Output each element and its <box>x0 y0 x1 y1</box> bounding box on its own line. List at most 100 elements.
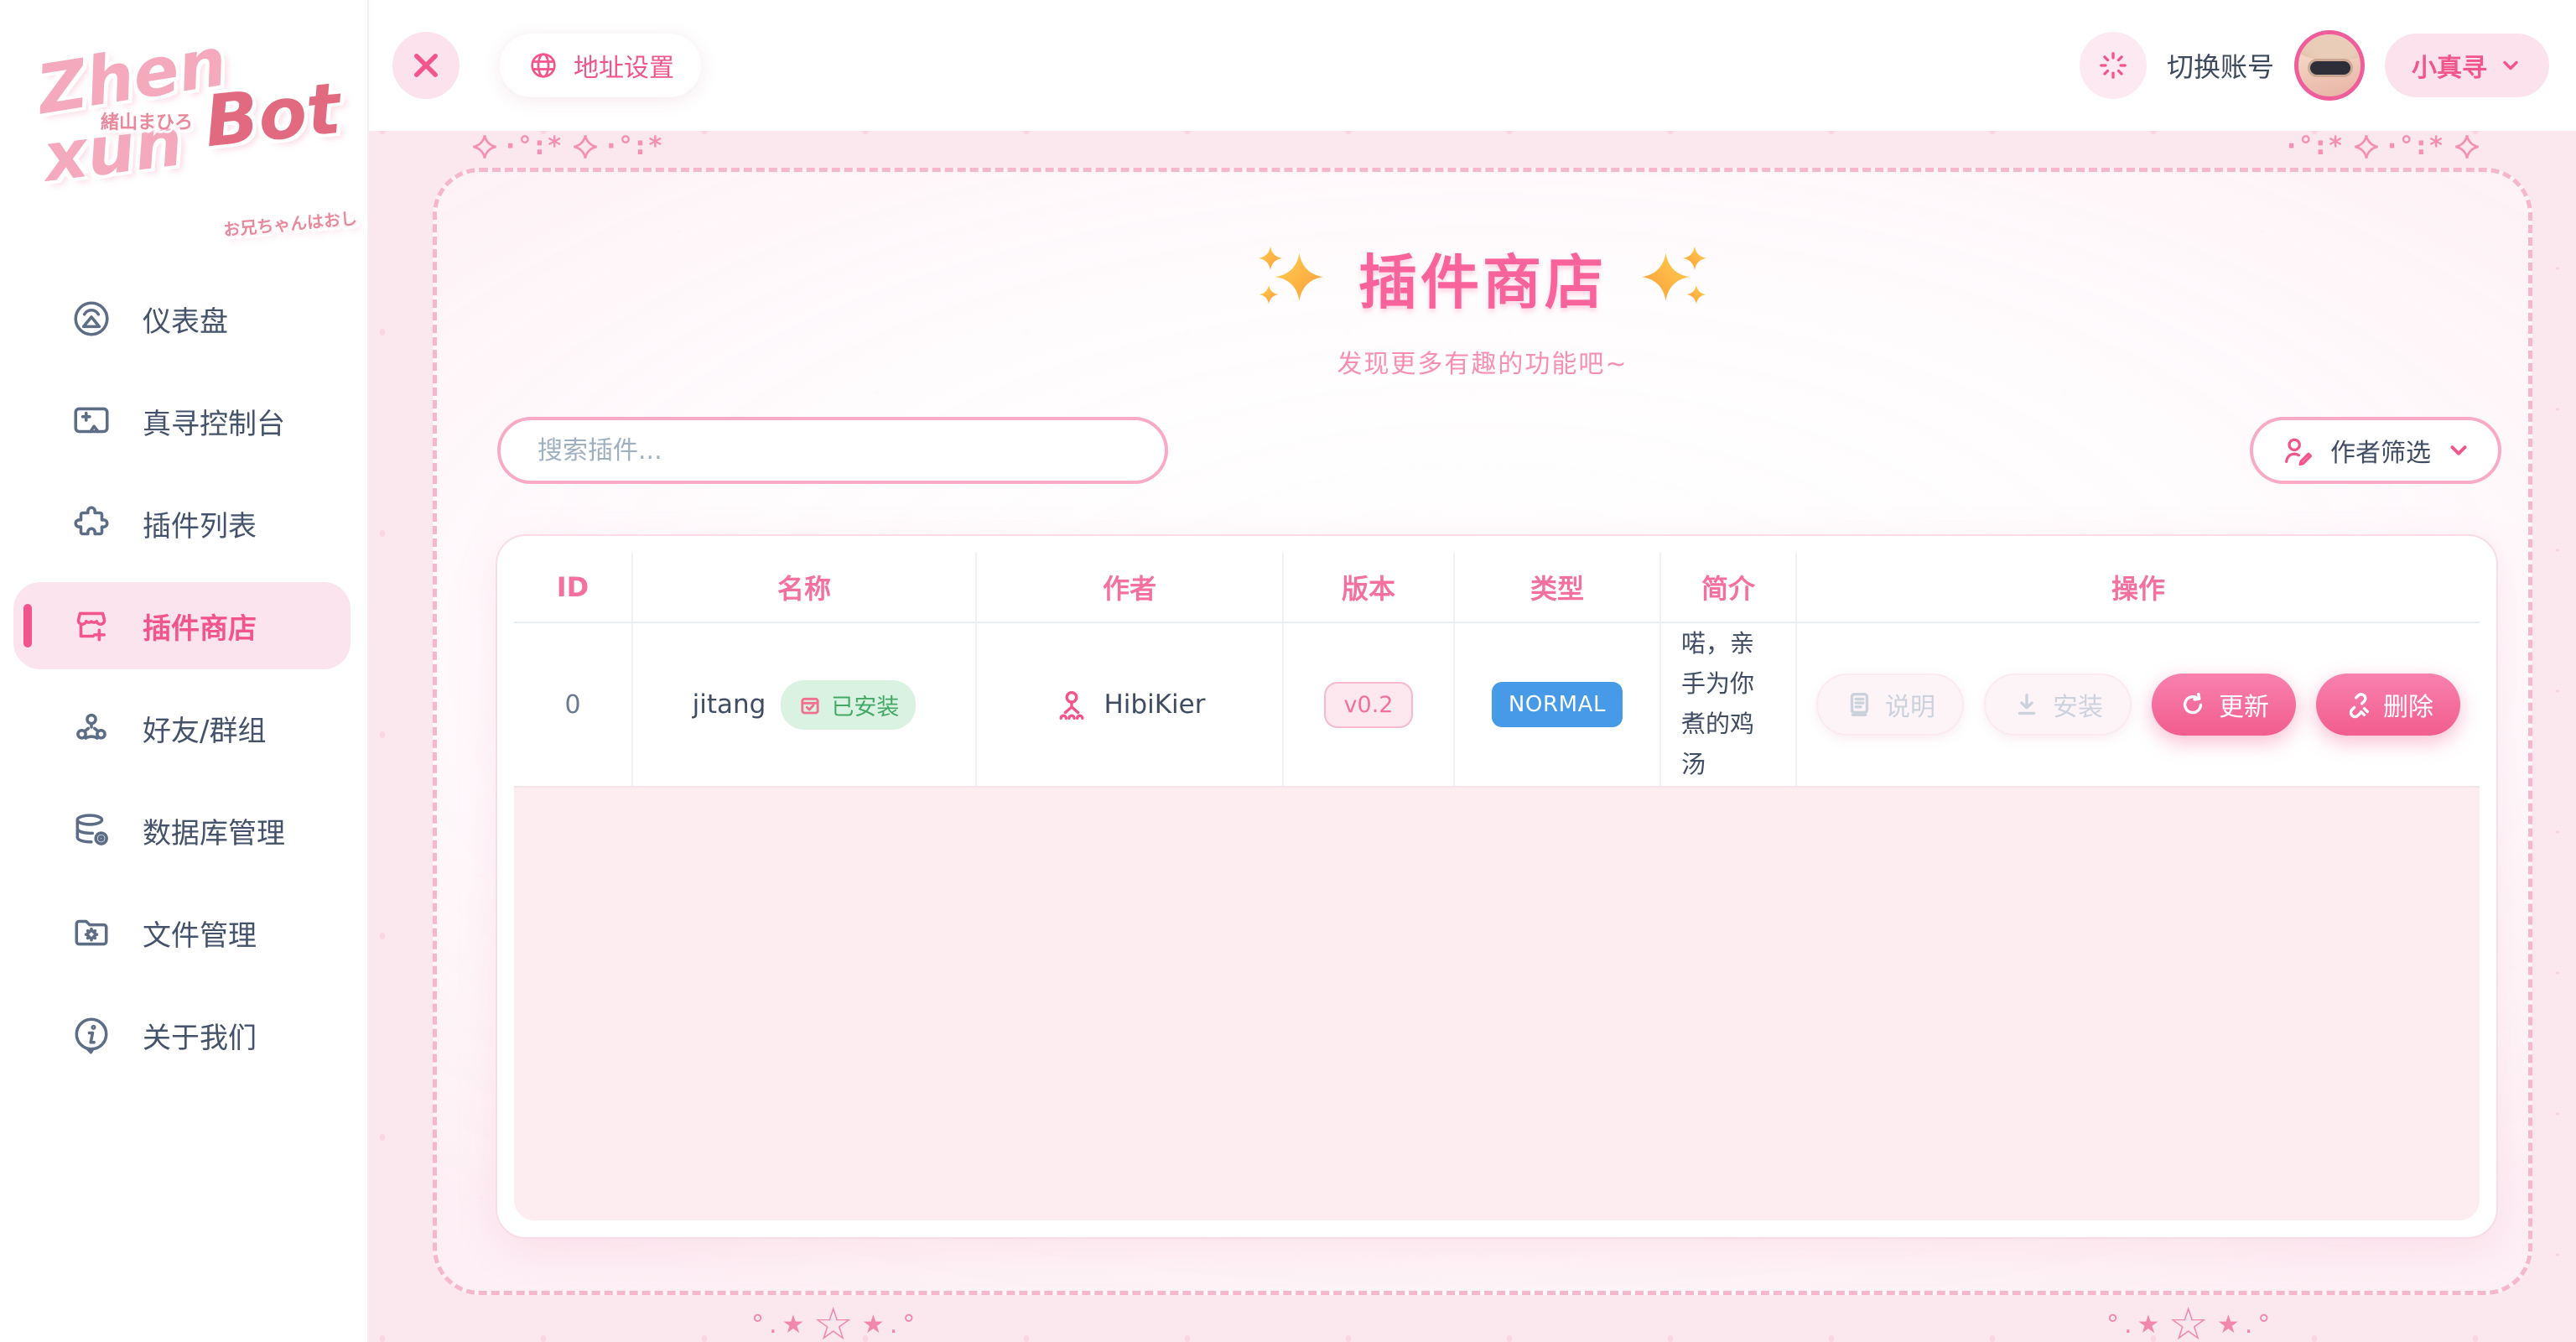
sparkle-decoration-top-left: ·°:* ·°:* <box>470 132 665 161</box>
globe-icon <box>527 49 560 82</box>
column-header-type: 类型 <box>1455 553 1661 622</box>
refresh-icon <box>2179 690 2207 719</box>
sidebar-item-label: 真寻控制台 <box>143 401 285 442</box>
table-header-row: ID 名称 作者 版本 类型 简介 操作 <box>514 553 2480 623</box>
install-button-label: 安装 <box>2053 686 2103 723</box>
sidebar-item-label: 好友/群组 <box>143 708 266 749</box>
dashed-content-panel: ·°:* ·°:* ·°:* ·°:* <box>433 168 2532 1295</box>
installed-badge: 已安装 <box>781 680 916 730</box>
deco-text: ·°:* <box>2387 132 2446 161</box>
app-window: Zhen xun Bot 緒山まひろ お兄ちゃんはおし 仪表盘 真寻控制台 插件… <box>0 0 2576 1342</box>
version-badge: v0.2 <box>1324 682 1414 728</box>
sidebar: Zhen xun Bot 緒山まひろ お兄ちゃんはおし 仪表盘 真寻控制台 插件… <box>0 0 369 1342</box>
page-title-row: 插件商店 <box>437 236 2528 320</box>
deco-text: °.★ <box>751 1310 809 1339</box>
account-menu-button[interactable]: 小真寻 <box>2385 34 2549 97</box>
page-title: 插件商店 <box>1358 236 1607 320</box>
plugin-id: 0 <box>514 623 633 786</box>
docs-button[interactable]: 说明 <box>1816 674 1964 736</box>
logo-text-jp-bottom: お兄ちゃんはおし <box>222 205 358 241</box>
deco-text: ·°:* <box>2287 132 2345 161</box>
sparkle-burst-icon <box>2096 49 2130 82</box>
sidebar-item-label: 插件列表 <box>143 503 257 544</box>
sidebar-item-label: 关于我们 <box>143 1015 257 1056</box>
deco-big-star: ☆ <box>813 1302 858 1342</box>
search-input[interactable] <box>497 417 1168 484</box>
four-point-star-icon <box>2352 133 2381 161</box>
sidebar-item-friends-groups[interactable]: 好友/群组 <box>13 684 351 772</box>
star-decoration-bottom-right: °.★ ☆ ★.° <box>2106 1302 2275 1342</box>
author-filter-dropdown[interactable]: 作者筛选 <box>2250 417 2501 484</box>
table-row: 0 jitang 已安装 HibiKier <box>514 623 2480 788</box>
store-icon <box>70 605 112 647</box>
main-area: 地址设置 切换账号 小真寻 ·°:* ·°:* <box>369 0 2576 1342</box>
type-badge: NORMAL <box>1492 682 1623 727</box>
account-name: 小真寻 <box>2412 47 2487 84</box>
database-icon <box>70 809 112 851</box>
topbar: 地址设置 切换账号 小真寻 <box>369 0 2576 131</box>
sidebar-nav: 仪表盘 真寻控制台 插件列表 插件商店 好友/群组 数据库管理 <box>0 252 367 1079</box>
page-subtitle: 发现更多有趣的功能吧~ <box>437 343 2528 380</box>
plugin-description: 喏，亲手为你煮的鸡汤 <box>1661 623 1797 786</box>
delete-button-label: 删除 <box>2383 686 2433 723</box>
deco-big-star: ☆ <box>2168 1302 2213 1342</box>
plugin-version-cell: v0.2 <box>1284 623 1455 786</box>
column-header-version: 版本 <box>1284 553 1455 622</box>
plugin-type-cell: NORMAL <box>1455 623 1661 786</box>
sidebar-item-label: 插件商店 <box>143 606 257 647</box>
author-person-icon <box>1054 687 1089 722</box>
update-button[interactable]: 更新 <box>2152 674 2296 736</box>
sparkle-decoration-top-right: ·°:* ·°:* <box>2287 132 2481 161</box>
folder-gear-icon <box>70 912 112 954</box>
sidebar-item-file-manager[interactable]: 文件管理 <box>13 889 351 976</box>
info-icon <box>70 1014 112 1056</box>
plugin-actions-cell: 说明 安装 更新 <box>1797 623 2480 786</box>
column-header-description: 简介 <box>1661 553 1797 622</box>
address-settings-button[interactable]: 地址设置 <box>500 34 701 97</box>
deco-text: ·°:* <box>606 132 665 161</box>
docs-button-label: 说明 <box>1885 686 1935 723</box>
install-button[interactable]: 安装 <box>1984 674 2132 736</box>
puzzle-icon <box>70 502 112 544</box>
plugin-author-cell: HibiKier <box>977 623 1284 786</box>
deco-text: ★.° <box>862 1310 920 1339</box>
sidebar-item-database[interactable]: 数据库管理 <box>13 787 351 874</box>
author-pen-icon <box>2280 433 2315 468</box>
switch-account-control[interactable]: 切换账号 <box>2167 30 2365 101</box>
delete-button[interactable]: 删除 <box>2316 674 2460 736</box>
sparkle-burst-button[interactable] <box>2080 32 2147 99</box>
plugin-name-cell: jitang 已安装 <box>633 623 977 786</box>
sidebar-item-about[interactable]: 关于我们 <box>13 991 351 1079</box>
sidebar-item-label: 文件管理 <box>143 913 257 954</box>
deco-text: ★.° <box>2217 1310 2275 1339</box>
column-header-name: 名称 <box>633 553 977 622</box>
sidebar-item-plugin-list[interactable]: 插件列表 <box>13 480 351 567</box>
column-header-id: ID <box>514 553 633 622</box>
package-check-icon <box>797 692 823 717</box>
deco-text: °.★ <box>2106 1310 2164 1339</box>
star-decoration-bottom-left: °.★ ☆ ★.° <box>751 1302 920 1342</box>
plugin-table-card: ID 名称 作者 版本 类型 简介 操作 0 jitang <box>496 534 2498 1239</box>
logo-text-bot: Bot <box>200 67 344 163</box>
four-point-star-icon <box>470 133 499 161</box>
sidebar-item-plugin-store[interactable]: 插件商店 <box>13 582 351 669</box>
sidebar-item-dashboard[interactable]: 仪表盘 <box>13 275 351 362</box>
sidebar-item-label: 仪表盘 <box>143 299 228 340</box>
unlink-icon <box>2343 690 2371 719</box>
author-filter-label: 作者筛选 <box>2330 432 2431 469</box>
user-avatar <box>2294 30 2365 101</box>
sparkles-emoji-right <box>1637 240 1714 317</box>
four-point-star-icon <box>571 133 600 161</box>
close-icon <box>410 49 442 81</box>
plugin-name: jitang <box>693 689 766 720</box>
switch-account-label: 切换账号 <box>2167 46 2274 85</box>
sidebar-item-console[interactable]: 真寻控制台 <box>13 377 351 465</box>
plugin-table: ID 名称 作者 版本 类型 简介 操作 0 jitang <box>514 553 2480 1220</box>
plugin-store-page: ·°:* ·°:* ·°:* ·°:* <box>369 131 2576 1342</box>
doc-icon <box>1845 690 1873 719</box>
close-button[interactable] <box>392 32 460 99</box>
sidebar-item-label: 数据库管理 <box>143 810 285 851</box>
installed-badge-label: 已安装 <box>831 689 899 721</box>
plugin-author: HibiKier <box>1104 689 1206 720</box>
gauge-icon <box>70 298 112 340</box>
